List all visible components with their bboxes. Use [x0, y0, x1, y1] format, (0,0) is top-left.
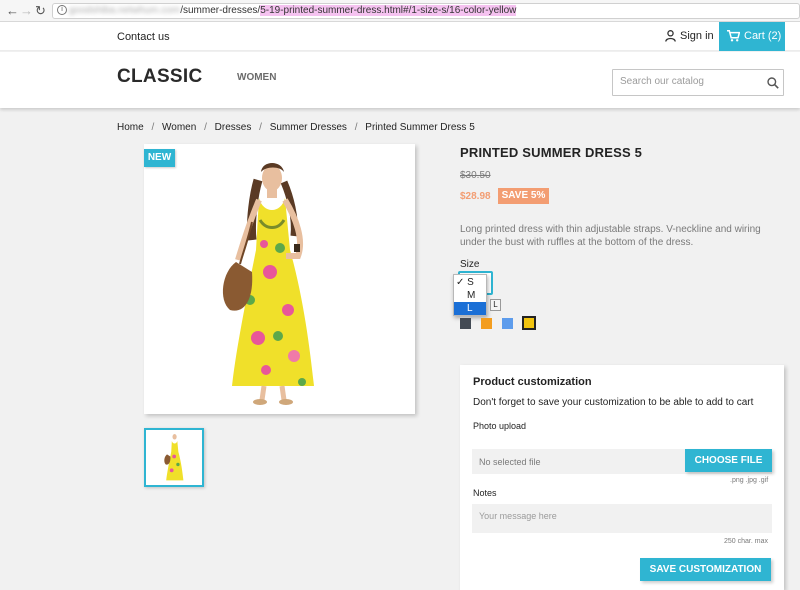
- product-description: Long printed dress with thin adjustable …: [460, 224, 761, 248]
- address-bar[interactable]: i goodshiba.netwhum.com/summer-dresses/5…: [52, 3, 800, 19]
- url-highlight: 5-19-printed-summer-dress.html#/1-size-s…: [260, 5, 517, 16]
- search-input[interactable]: Search our catalog: [612, 69, 784, 96]
- color-swatch-dark[interactable]: [460, 318, 471, 329]
- product-thumbnail[interactable]: [144, 428, 204, 487]
- notes-textarea[interactable]: Your message here: [472, 504, 772, 533]
- breadcrumb-dresses[interactable]: Dresses: [215, 122, 252, 133]
- url-domain: goodshiba.netwhum.com: [69, 5, 181, 16]
- product-title: PRINTED SUMMER DRESS 5: [460, 145, 643, 160]
- file-types-hint: .png .jpg .gif: [730, 477, 769, 484]
- breadcrumb-summer-dresses[interactable]: Summer Dresses: [270, 122, 347, 133]
- product-cover-image[interactable]: [144, 144, 415, 414]
- info-icon[interactable]: i: [57, 5, 67, 15]
- url-path: /summer-dresses/: [180, 5, 261, 16]
- old-price: $30.50: [460, 170, 491, 181]
- breadcrumb-separator: /: [354, 122, 358, 133]
- cart-button[interactable]: Cart (2): [719, 22, 785, 51]
- contact-us-link[interactable]: Contact us: [117, 31, 170, 43]
- size-dropdown[interactable]: ✓ S M L: [453, 274, 487, 316]
- search-icon[interactable]: [767, 77, 779, 89]
- customization-title: Product customization: [473, 376, 592, 388]
- back-icon[interactable]: ←: [6, 3, 19, 19]
- notes-placeholder: Your message here: [479, 511, 557, 521]
- cart-icon: [727, 30, 740, 42]
- notes-label: Notes: [473, 488, 497, 498]
- discount-badge: SAVE 5%: [498, 188, 549, 204]
- user-icon: [665, 30, 676, 42]
- site-logo[interactable]: CLASSIC: [117, 66, 203, 88]
- forward-icon[interactable]: →: [20, 3, 33, 19]
- browser-toolbar: ← → ↻ i goodshiba.netwhum.com/summer-dre…: [0, 0, 800, 22]
- reload-icon[interactable]: ↻: [35, 3, 46, 19]
- cart-label: Cart (2): [744, 30, 782, 42]
- breadcrumb: Home / Women / Dresses / Summer Dresses …: [117, 122, 475, 133]
- nav-women[interactable]: WOMEN: [237, 72, 276, 83]
- size-label: Size: [460, 259, 480, 270]
- size-option-s-label: S: [467, 277, 474, 288]
- sign-in-label: Sign in: [680, 30, 714, 42]
- dress-model-image: [222, 163, 314, 405]
- breadcrumb-home[interactable]: Home: [117, 122, 144, 133]
- choose-file-button[interactable]: CHOOSE FILE: [685, 449, 772, 472]
- breadcrumb-separator: /: [204, 122, 207, 133]
- search-placeholder: Search our catalog: [620, 76, 704, 87]
- breadcrumb-current[interactable]: Printed Summer Dress 5: [365, 122, 474, 133]
- new-badge: NEW: [144, 149, 175, 167]
- current-price: $28.98: [460, 191, 491, 202]
- breadcrumb-women[interactable]: Women: [162, 122, 196, 133]
- save-customization-button[interactable]: SAVE CUSTOMIZATION: [640, 558, 771, 581]
- sign-in-link[interactable]: Sign in: [663, 29, 718, 45]
- size-option-s[interactable]: ✓ S: [454, 276, 486, 289]
- color-swatch-orange[interactable]: [481, 318, 492, 329]
- size-option-m[interactable]: M: [454, 289, 486, 302]
- customization-subtitle: Don't forget to save your customization …: [473, 397, 754, 408]
- file-status: No selected file: [479, 457, 541, 467]
- color-swatch-yellow-selected[interactable]: [522, 316, 536, 330]
- breadcrumb-separator: /: [151, 122, 155, 133]
- size-tooltip: L: [490, 299, 501, 311]
- size-option-l[interactable]: L: [454, 302, 486, 315]
- color-swatch-blue[interactable]: [502, 318, 513, 329]
- breadcrumb-separator: /: [259, 122, 262, 133]
- char-limit-hint: 250 char. max: [724, 538, 768, 545]
- thumbnail-dress-image: [164, 434, 184, 481]
- photo-upload-label: Photo upload: [473, 421, 527, 431]
